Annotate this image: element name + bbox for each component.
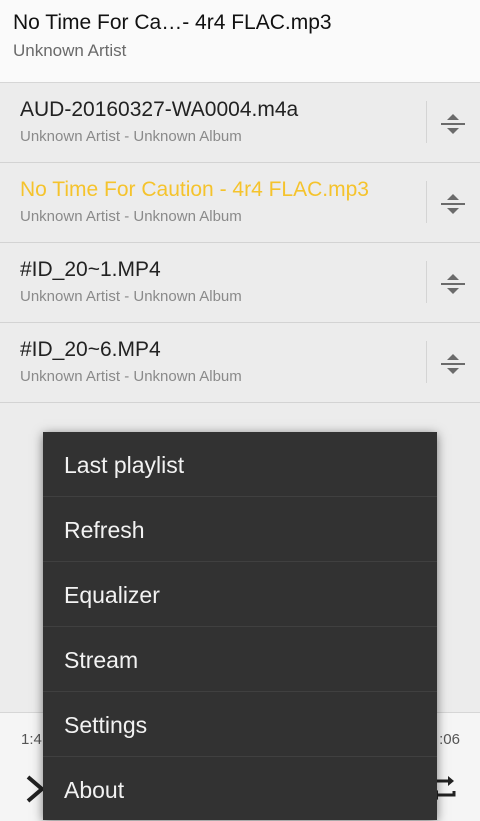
track-title: #ID_20~1.MP4 (20, 258, 161, 281)
menu-item-label: About (64, 777, 125, 803)
now-playing-header: No Time For Ca…- 4r4 FLAC.mp3 Unknown Ar… (0, 0, 480, 83)
menu-item-label: Settings (64, 712, 148, 738)
menu-item-stream[interactable]: Stream (43, 627, 437, 692)
drag-handle-icon[interactable] (433, 265, 473, 303)
divider (426, 181, 427, 223)
menu-item-label: Refresh (64, 517, 145, 543)
playlist-item[interactable]: AUD-20160327-WA0004.m4a Unknown Artist -… (0, 83, 480, 163)
now-playing-artist: Unknown Artist (13, 41, 127, 60)
menu-item-about[interactable]: About (43, 757, 437, 821)
menu-item-label: Stream (64, 647, 139, 673)
divider (426, 101, 427, 143)
menu-item-refresh[interactable]: Refresh (43, 497, 437, 562)
playlist: AUD-20160327-WA0004.m4a Unknown Artist -… (0, 83, 480, 403)
total-duration: :06 (439, 731, 460, 748)
menu-item-equalizer[interactable]: Equalizer (43, 562, 437, 627)
overflow-menu: Last playlist Refresh Equalizer Stream S… (43, 432, 437, 820)
elapsed-time: 1:4 (21, 731, 42, 748)
menu-item-label: Last playlist (64, 452, 185, 478)
menu-item-last-playlist[interactable]: Last playlist (43, 432, 437, 497)
drag-handle-icon[interactable] (433, 345, 473, 383)
track-subtitle: Unknown Artist - Unknown Album (20, 128, 242, 145)
menu-item-label: Equalizer (64, 582, 160, 608)
now-playing-title: No Time For Ca…- 4r4 FLAC.mp3 (13, 11, 332, 34)
track-title: No Time For Caution - 4r4 FLAC.mp3 (20, 178, 369, 201)
divider (426, 261, 427, 303)
track-title: AUD-20160327-WA0004.m4a (20, 98, 299, 121)
track-subtitle: Unknown Artist - Unknown Album (20, 288, 242, 305)
divider (426, 341, 427, 383)
drag-handle-icon[interactable] (433, 105, 473, 143)
menu-item-settings[interactable]: Settings (43, 692, 437, 757)
track-subtitle: Unknown Artist - Unknown Album (20, 208, 242, 225)
playlist-item-active[interactable]: No Time For Caution - 4r4 FLAC.mp3 Unkno… (0, 163, 480, 243)
playlist-item[interactable]: #ID_20~1.MP4 Unknown Artist - Unknown Al… (0, 243, 480, 323)
playlist-item[interactable]: #ID_20~6.MP4 Unknown Artist - Unknown Al… (0, 323, 480, 403)
track-subtitle: Unknown Artist - Unknown Album (20, 368, 242, 385)
track-title: #ID_20~6.MP4 (20, 338, 161, 361)
drag-handle-icon[interactable] (433, 185, 473, 223)
